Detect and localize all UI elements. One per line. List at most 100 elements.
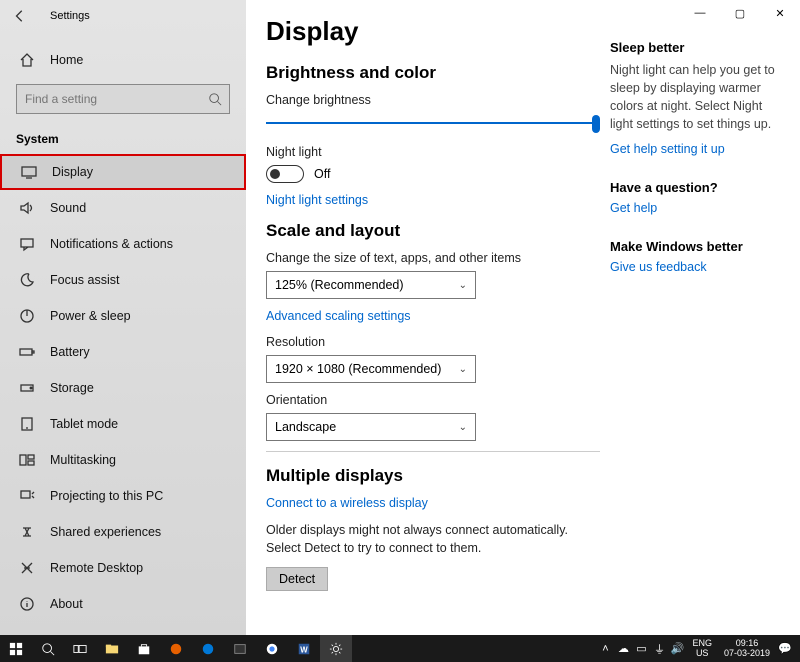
tray-battery-icon[interactable]: ▭: [632, 642, 650, 655]
sidebar-item-label: Power & sleep: [50, 309, 131, 323]
maximize-button[interactable]: ▢: [720, 0, 760, 26]
divider: [266, 451, 600, 452]
sidebar-item-sound[interactable]: Sound: [0, 190, 246, 226]
scale-value: 125% (Recommended): [275, 278, 404, 292]
brightness-slider[interactable]: [266, 113, 600, 135]
sidebar-item-power-sleep[interactable]: Power & sleep: [0, 298, 246, 334]
sidebar-item-focus-assist[interactable]: Focus assist: [0, 262, 246, 298]
tray-chevron-up-icon[interactable]: ˄: [596, 643, 614, 655]
scale-label: Change the size of text, apps, and other…: [266, 251, 600, 265]
taskbar-word-icon[interactable]: W: [288, 635, 320, 662]
sidebar-item-projecting[interactable]: Projecting to this PC: [0, 478, 246, 514]
sidebar-item-about[interactable]: About: [0, 586, 246, 622]
scale-select[interactable]: 125% (Recommended) ⌄: [266, 271, 476, 299]
aside-question-title: Have a question?: [610, 180, 786, 195]
share-icon: [18, 524, 36, 540]
sidebar-home[interactable]: Home: [0, 42, 246, 78]
sidebar-item-label: Battery: [50, 345, 90, 359]
nightlight-state: Off: [314, 167, 330, 181]
orientation-label: Orientation: [266, 393, 600, 407]
info-icon: [18, 596, 36, 612]
sidebar-item-label: Remote Desktop: [50, 561, 143, 575]
sidebar-item-label: Shared experiences: [50, 525, 161, 539]
aside-get-help-link[interactable]: Get help: [610, 201, 786, 215]
chevron-down-icon: ⌄: [459, 422, 467, 433]
minimize-button[interactable]: —: [680, 0, 720, 26]
resolution-select[interactable]: 1920 × 1080 (Recommended) ⌄: [266, 355, 476, 383]
taskbar-chrome-icon[interactable]: [256, 635, 288, 662]
tray-language[interactable]: ENGUS: [686, 639, 718, 659]
sidebar-item-notifications[interactable]: Notifications & actions: [0, 226, 246, 262]
section-scale: Scale and layout: [266, 221, 600, 241]
start-button[interactable]: [0, 635, 32, 662]
taskbar-explorer-icon[interactable]: [96, 635, 128, 662]
main-content: Display Brightness and color Change brig…: [266, 12, 600, 635]
window-title: Settings: [50, 10, 90, 22]
home-icon: [18, 52, 36, 68]
remote-icon: [18, 560, 36, 576]
sidebar-item-shared-experiences[interactable]: Shared experiences: [0, 514, 246, 550]
close-button[interactable]: ✕: [760, 0, 800, 26]
older-displays-text: Older displays might not always connect …: [266, 522, 600, 557]
tablet-icon: [18, 416, 36, 432]
detect-button[interactable]: Detect: [266, 567, 328, 591]
sidebar-item-storage[interactable]: Storage: [0, 370, 246, 406]
resolution-value: 1920 × 1080 (Recommended): [275, 362, 441, 376]
sidebar-item-label: About: [50, 597, 83, 611]
sidebar-item-label: Focus assist: [50, 273, 119, 287]
aside-sleep-link[interactable]: Get help setting it up: [610, 142, 786, 156]
resolution-label: Resolution: [266, 335, 600, 349]
nightlight-label: Night light: [266, 145, 600, 159]
power-icon: [18, 308, 36, 324]
sidebar-item-battery[interactable]: Battery: [0, 334, 246, 370]
section-multiple-displays: Multiple displays: [266, 466, 600, 486]
orientation-select[interactable]: Landscape ⌄: [266, 413, 476, 441]
aside-feedback-title: Make Windows better: [610, 239, 786, 254]
battery-icon: [18, 344, 36, 360]
aside-sleep-title: Sleep better: [610, 40, 786, 55]
system-tray[interactable]: ˄ ☁ ▭ ⏚ 🔊 ENGUS 09:1607-03-2019 💬: [596, 639, 800, 659]
nightlight-toggle[interactable]: [266, 165, 304, 183]
taskbar-terminal-icon[interactable]: [224, 635, 256, 662]
advanced-scaling-link[interactable]: Advanced scaling settings: [266, 309, 600, 323]
tray-onedrive-icon[interactable]: ☁: [614, 642, 632, 655]
message-icon: [18, 236, 36, 252]
tray-wifi-icon[interactable]: ⏚: [650, 641, 668, 657]
sidebar-item-label: Notifications & actions: [50, 237, 173, 251]
section-brightness: Brightness and color: [266, 63, 600, 83]
speaker-icon: [18, 200, 36, 216]
taskbar-firefox-icon[interactable]: [160, 635, 192, 662]
sidebar-item-multitasking[interactable]: Multitasking: [0, 442, 246, 478]
search-input[interactable]: [16, 84, 230, 114]
tray-volume-icon[interactable]: 🔊: [668, 642, 686, 655]
sidebar-item-label: Projecting to this PC: [50, 489, 163, 503]
page-title: Display: [266, 16, 600, 47]
sidebar-item-label: Sound: [50, 201, 86, 215]
sidebar: Settings Home System Display Sound Notif…: [0, 0, 246, 635]
taskbar-taskview-icon[interactable]: [64, 635, 96, 662]
tray-notifications-icon[interactable]: 💬: [776, 642, 794, 655]
tray-clock[interactable]: 09:1607-03-2019: [718, 639, 776, 659]
aside-feedback-link[interactable]: Give us feedback: [610, 260, 786, 274]
chevron-down-icon: ⌄: [459, 280, 467, 291]
brightness-label: Change brightness: [266, 93, 600, 107]
sidebar-item-label: Tablet mode: [50, 417, 118, 431]
search-icon: [208, 92, 222, 111]
project-icon: [18, 488, 36, 504]
sidebar-home-label: Home: [50, 53, 83, 67]
taskbar-search-icon[interactable]: [32, 635, 64, 662]
sidebar-item-display[interactable]: Display: [0, 154, 246, 190]
monitor-icon: [20, 164, 38, 180]
taskbar-edge-icon[interactable]: [192, 635, 224, 662]
sidebar-item-tablet-mode[interactable]: Tablet mode: [0, 406, 246, 442]
moon-icon: [18, 272, 36, 288]
sidebar-item-label: Multitasking: [50, 453, 116, 467]
wireless-display-link[interactable]: Connect to a wireless display: [266, 496, 600, 510]
back-button[interactable]: [8, 4, 32, 28]
sidebar-category: System: [0, 126, 246, 154]
sidebar-item-remote-desktop[interactable]: Remote Desktop: [0, 550, 246, 586]
nightlight-settings-link[interactable]: Night light settings: [266, 193, 600, 207]
multitask-icon: [18, 452, 36, 468]
taskbar-settings-icon[interactable]: [320, 635, 352, 662]
taskbar-store-icon[interactable]: [128, 635, 160, 662]
